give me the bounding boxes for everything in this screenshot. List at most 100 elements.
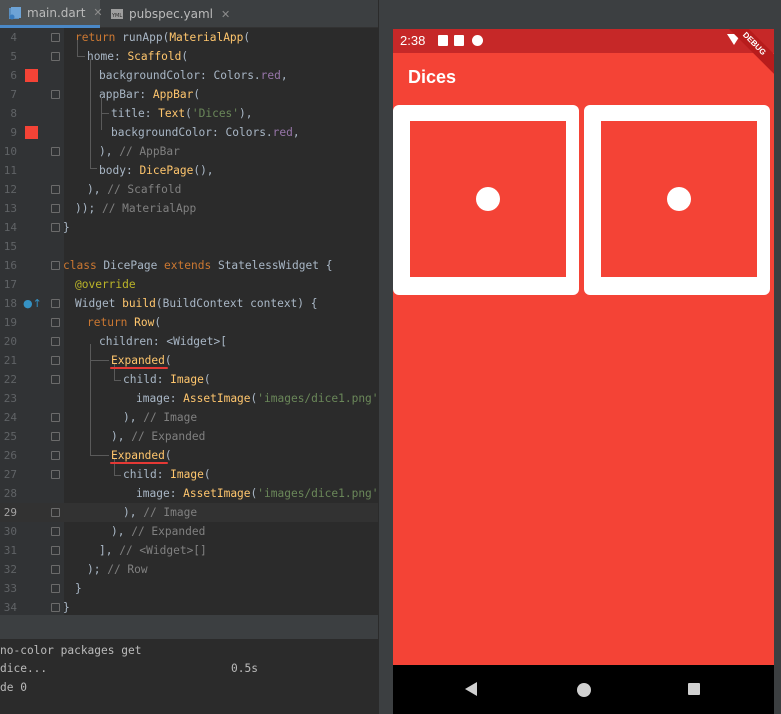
line-number: 12 <box>3 183 17 196</box>
annotation-underline <box>110 462 168 464</box>
code-line: 27 child: Image( <box>0 465 378 484</box>
fold-icon[interactable] <box>51 432 60 441</box>
notification-sd-icon <box>454 35 464 46</box>
code-line: 16 class DicePage extends StatelessWidge… <box>0 256 378 275</box>
fold-icon[interactable] <box>51 33 60 42</box>
dart-file-icon <box>8 6 22 20</box>
fold-icon[interactable] <box>51 470 60 479</box>
close-icon[interactable]: ✕ <box>221 8 230 21</box>
code-line: 28 image: AssetImage('images/dice1.png')… <box>0 484 378 503</box>
emulator-frame-top <box>393 0 774 29</box>
outline-guide <box>101 113 109 114</box>
close-icon[interactable]: ✕ <box>93 6 102 19</box>
dice-face <box>410 121 566 277</box>
outline-guide <box>77 56 85 57</box>
back-icon[interactable] <box>465 682 477 696</box>
dice-image-left <box>393 105 579 295</box>
code-line: 9 backgroundColor: Colors.red, <box>0 123 378 142</box>
run-console[interactable]: no-color packages get dice... 0.5s de 0 <box>0 639 378 714</box>
code-line: 15 <box>0 237 378 256</box>
tab-label: pubspec.yaml <box>129 7 213 21</box>
fold-icon[interactable] <box>51 375 60 384</box>
fold-icon[interactable] <box>51 90 60 99</box>
fold-icon[interactable] <box>51 299 60 308</box>
annotation-underline <box>110 367 168 369</box>
outline-guide <box>90 360 109 361</box>
dice-pip <box>476 187 500 211</box>
outline-guide <box>114 475 121 476</box>
fold-icon[interactable] <box>51 185 60 194</box>
code-line: 24 ), // Image <box>0 408 378 427</box>
notification-sync-icon <box>472 35 483 46</box>
console-line: dice... <box>0 662 48 675</box>
fold-icon[interactable] <box>51 356 60 365</box>
line-number: 22 <box>3 373 17 386</box>
outline-guide <box>90 455 109 456</box>
line-number: 26 <box>3 449 17 462</box>
line-number: 11 <box>3 164 17 177</box>
color-swatch-red-icon[interactable] <box>25 69 38 82</box>
code-line: 30 ), // Expanded <box>0 522 378 541</box>
fold-icon[interactable] <box>51 318 60 327</box>
fold-icon[interactable] <box>51 413 60 422</box>
fold-icon[interactable] <box>51 584 60 593</box>
emulator-screen[interactable]: 2:38 Dices DEBUG <box>393 29 774 714</box>
fold-icon[interactable] <box>51 52 60 61</box>
line-number: 8 <box>10 107 17 120</box>
line-number: 28 <box>3 487 17 500</box>
console-header <box>0 615 378 639</box>
code-line: 14 } <box>0 218 378 237</box>
app-bar: Dices <box>393 53 774 105</box>
dice-face <box>601 121 757 277</box>
line-number: 25 <box>3 430 17 443</box>
line-number: 14 <box>3 221 17 234</box>
code-line: 6 backgroundColor: Colors.red, <box>0 66 378 85</box>
fold-icon[interactable] <box>51 261 60 270</box>
code-line: 10 ), // AppBar <box>0 142 378 161</box>
code-line: 25 ), // Expanded <box>0 427 378 446</box>
home-icon[interactable] <box>577 683 591 697</box>
fold-icon[interactable] <box>51 204 60 213</box>
code-line: 17 @override <box>0 275 378 294</box>
code-line: 7 appBar: AppBar( <box>0 85 378 104</box>
fold-icon[interactable] <box>51 546 60 555</box>
recents-icon[interactable] <box>688 683 700 695</box>
line-number: 6 <box>10 69 17 82</box>
app-title: Dices <box>408 67 457 87</box>
code-line: 18 ●↑ Widget build(BuildContext context)… <box>0 294 378 313</box>
line-number: 18 <box>3 297 17 310</box>
android-nav-bar <box>393 665 774 714</box>
line-number: 16 <box>3 259 17 272</box>
fold-icon[interactable] <box>51 337 60 346</box>
override-marker-icon[interactable]: ●↑ <box>23 297 42 310</box>
fold-icon[interactable] <box>51 603 60 612</box>
code-line: 5 home: Scaffold( <box>0 47 378 66</box>
line-number: 5 <box>10 50 17 63</box>
pane-splitter[interactable] <box>378 0 393 714</box>
tab-pubspec-yaml[interactable]: YML pubspec.yaml ✕ <box>104 0 230 28</box>
line-number: 19 <box>3 316 17 329</box>
line-number: 21 <box>3 354 17 367</box>
line-number: 15 <box>3 240 17 253</box>
outline-guide <box>114 380 121 381</box>
line-number: 23 <box>3 392 17 405</box>
code-line: 33 } <box>0 579 378 598</box>
fold-icon[interactable] <box>51 451 60 460</box>
tab-main-dart[interactable]: main.dart ✕ <box>0 0 103 28</box>
outline-guide <box>90 59 91 168</box>
code-line: 19 return Row( <box>0 313 378 332</box>
outline-guide <box>77 40 78 57</box>
fold-icon[interactable] <box>51 527 60 536</box>
fold-icon[interactable] <box>51 508 60 517</box>
code-line: 13 )); // MaterialApp <box>0 199 378 218</box>
notification-a-icon <box>438 35 448 46</box>
color-swatch-red-icon[interactable] <box>25 126 38 139</box>
fold-icon[interactable] <box>51 147 60 156</box>
fold-icon[interactable] <box>51 565 60 574</box>
console-line: de 0 <box>0 681 27 694</box>
console-line: no-color packages get <box>0 644 142 657</box>
line-number: 24 <box>3 411 17 424</box>
code-line: 32 ); // Row <box>0 560 378 579</box>
fold-icon[interactable] <box>51 223 60 232</box>
code-line: 20 children: <Widget>[ <box>0 332 378 351</box>
